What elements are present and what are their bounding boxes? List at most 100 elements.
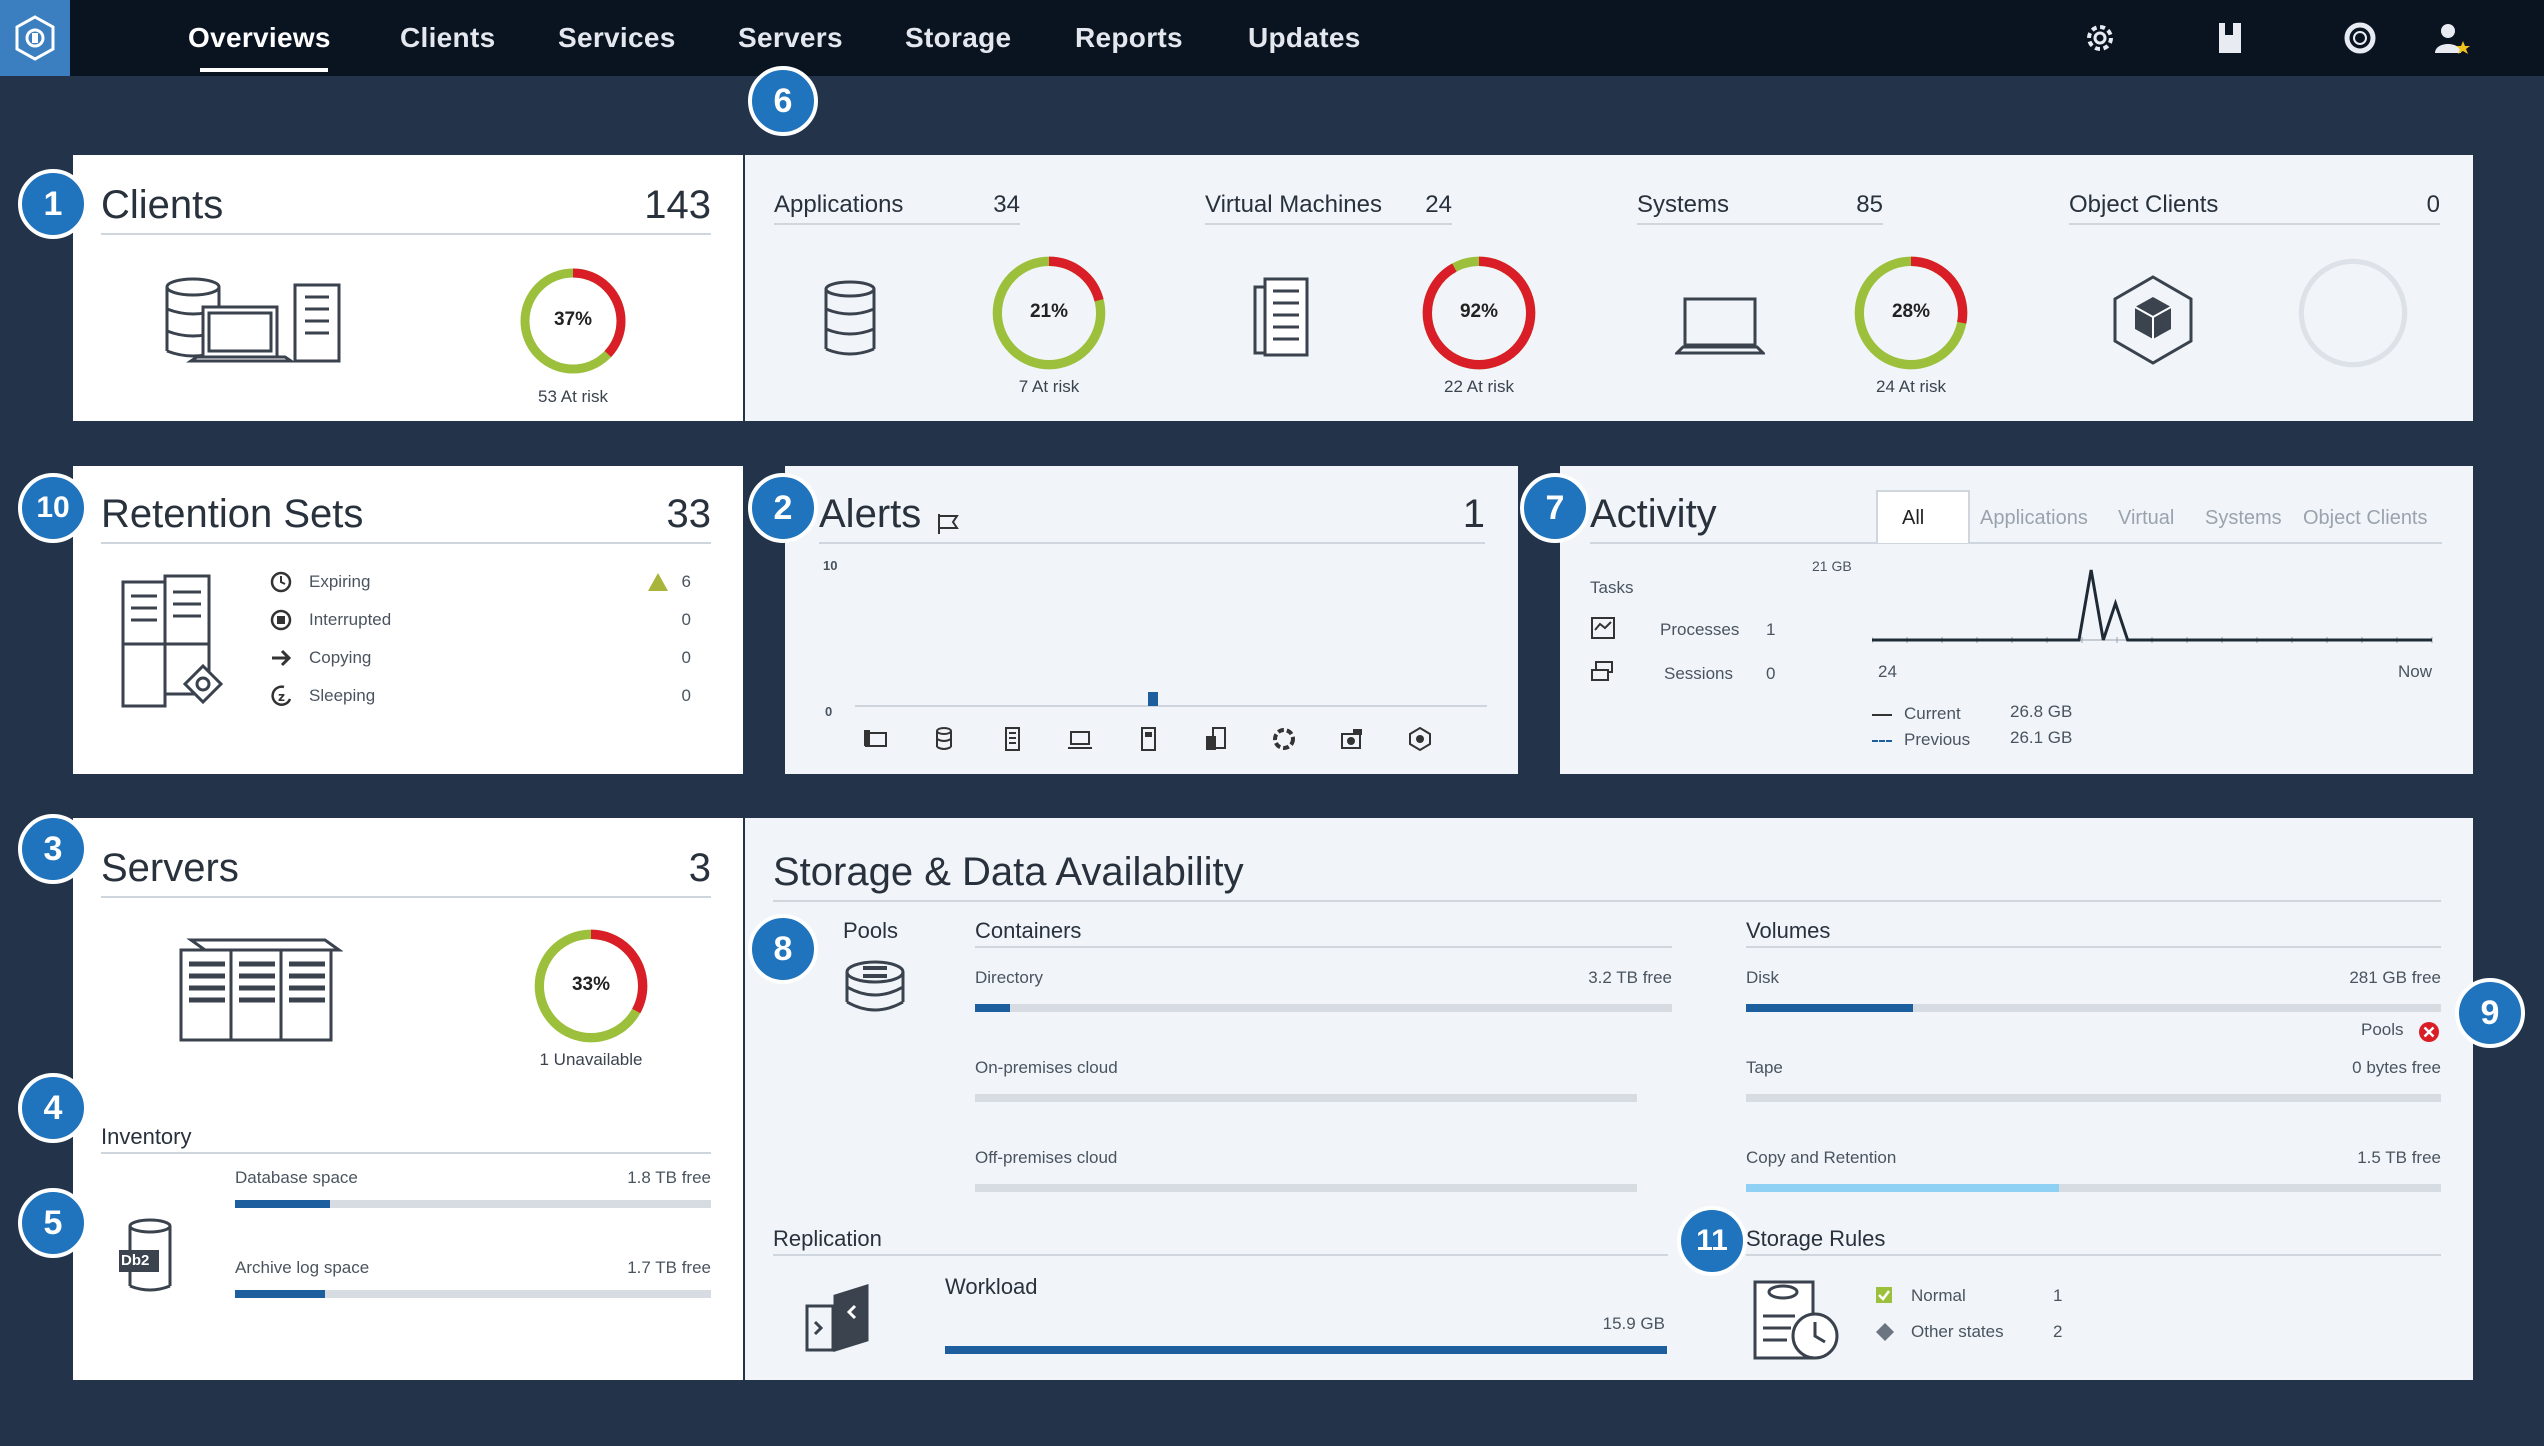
interrupted-value: 0: [681, 610, 691, 629]
laptop-small-icon[interactable]: [1067, 728, 1093, 752]
nav-updates[interactable]: Updates: [1248, 22, 1361, 54]
storage-small-icon[interactable]: [1339, 726, 1365, 752]
replication-icon[interactable]: [801, 1282, 881, 1362]
directory-free: 3.2 TB free: [1588, 968, 1672, 987]
volumes-label: Volumes: [1746, 918, 1831, 943]
laptop-icon: [1675, 297, 1765, 355]
systems-ring-label: 28%: [1891, 301, 1931, 322]
activity-card[interactable]: Activity All Applications Virtual System…: [1560, 466, 2473, 774]
user-profile-icon[interactable]: [2432, 18, 2472, 58]
sleeping-label: Sleeping: [309, 686, 376, 705]
server-rack-icon: [179, 938, 343, 1042]
current-label: Current: [1904, 704, 1961, 723]
retention-count: 33: [666, 492, 712, 536]
disk-label[interactable]: Disk: [1746, 968, 1779, 988]
replication-label: Replication: [773, 1226, 882, 1251]
activity-tab-object-clients[interactable]: Object Clients: [2303, 507, 2428, 530]
database-space-bar: [235, 1200, 711, 1208]
alerts-card[interactable]: Alerts 1 10 0: [785, 466, 1518, 774]
current-value: 26.8 GB: [2010, 702, 2073, 721]
workload-value: 15.9 GB: [1602, 1314, 1665, 1333]
other-states-label: Other states: [1911, 1322, 2004, 1341]
activity-x-start: 24: [1878, 662, 1897, 681]
storage-rules-icon[interactable]: [1749, 1270, 1845, 1366]
storage-card: Storage & Data Availability Pools Contai…: [745, 818, 2473, 1380]
clients-card[interactable]: Clients 143 37% 53 At risk: [73, 155, 743, 421]
activity-title: Activity: [1590, 492, 1717, 536]
tape-label[interactable]: Tape: [1746, 1058, 1783, 1078]
copying-arrow-icon: [272, 649, 292, 667]
activity-tab-virtual[interactable]: Virtual: [2118, 507, 2174, 530]
bookmark-book-icon[interactable]: [2210, 18, 2250, 58]
database-small-icon[interactable]: [931, 726, 957, 752]
virtual-machines-count: 24: [1425, 191, 1452, 218]
retention-sets-card[interactable]: Retention Sets 33 Expiring 6 Interrupted…: [73, 466, 743, 774]
pools-disk-icon[interactable]: [841, 958, 909, 1018]
sessions-label: Sessions: [1664, 664, 1733, 683]
onprem-cloud-label[interactable]: On-premises cloud: [975, 1058, 1118, 1078]
pools-label[interactable]: Pools: [843, 918, 898, 944]
workload-bar: [945, 1346, 1667, 1354]
copying-value: 0: [681, 648, 691, 667]
servers-card[interactable]: Servers 3 33% 1 Unavailable Inventory Db…: [73, 818, 743, 1380]
processes-value: 1: [1766, 620, 1776, 639]
systems-title: Systems: [1637, 191, 1730, 218]
alerts-count: 1: [1462, 492, 1485, 536]
nav-services[interactable]: Services: [558, 22, 676, 54]
activity-tab-applications[interactable]: Applications: [1980, 507, 2088, 530]
server-small-icon[interactable]: [999, 726, 1025, 752]
disk-bar: [1746, 1004, 2441, 1012]
object-clients-title: Object Clients: [2069, 191, 2219, 218]
database-space-fill: [235, 1200, 331, 1208]
divider: [1590, 542, 2442, 544]
help-lifebuoy-icon[interactable]: [2340, 18, 2380, 58]
nav-overviews[interactable]: Overviews: [188, 22, 331, 54]
virtual-machines-ring-label: 92%: [1459, 301, 1499, 322]
lifebuoy-small-icon[interactable]: [1271, 726, 1297, 752]
divider: [1746, 1254, 2441, 1256]
offprem-cloud-bar: [975, 1184, 1672, 1192]
error-x-icon[interactable]: [2417, 1020, 2441, 1044]
app-logo[interactable]: [0, 0, 70, 76]
object-cube-icon: [2113, 275, 2193, 365]
clients-title: Clients: [101, 183, 224, 227]
virtual-machine-icon: [1253, 277, 1309, 357]
callout-badge-9: 9: [2455, 978, 2525, 1048]
alerts-bar[interactable]: [1148, 692, 1158, 706]
divider: [1637, 223, 1883, 225]
divider: [101, 896, 711, 898]
directory-label[interactable]: Directory: [975, 968, 1043, 988]
database-space-label: Database space: [235, 1168, 358, 1187]
servers-unavailable-text: 1 Unavailable: [539, 1050, 643, 1069]
nav-storage[interactable]: Storage: [905, 22, 1011, 54]
directory-bar: [975, 1004, 1672, 1012]
object-clients-empty-ring: [2298, 258, 2408, 368]
alerts-bar-chart: [855, 692, 1487, 707]
workload-fill: [945, 1346, 1667, 1354]
divider: [773, 900, 2441, 902]
clients-ring-label: 37%: [553, 309, 593, 330]
callout-badge-1: 1: [18, 169, 88, 239]
previous-legend-line: [1872, 740, 1892, 742]
interrupted-icon: [270, 609, 292, 631]
nav-clients[interactable]: Clients: [400, 22, 495, 54]
activity-tab-systems[interactable]: Systems: [2205, 507, 2282, 530]
workload-label[interactable]: Workload: [945, 1274, 1038, 1300]
applications-count: 34: [993, 191, 1020, 218]
object-small-icon[interactable]: [1407, 726, 1433, 752]
expiring-label: Expiring: [309, 572, 371, 591]
normal-label: Normal: [1911, 1286, 1966, 1305]
retention-small-icon[interactable]: [1203, 726, 1229, 752]
clients-devices-small-icon[interactable]: [863, 726, 889, 752]
activity-tab-all-label[interactable]: All: [1902, 507, 1924, 530]
callout-badge-6: 6: [748, 66, 818, 136]
nav-reports[interactable]: Reports: [1075, 22, 1183, 54]
copying-label: Copying: [309, 648, 372, 667]
copy-retention-label[interactable]: Copy and Retention: [1746, 1148, 1896, 1168]
servers-count: 3: [688, 846, 711, 890]
offprem-cloud-label[interactable]: Off-premises cloud: [975, 1148, 1117, 1168]
nav-servers[interactable]: Servers: [738, 22, 843, 54]
divider: [819, 542, 1485, 544]
vm-small-icon[interactable]: [1135, 726, 1161, 752]
settings-gear-icon[interactable]: [2080, 18, 2120, 58]
